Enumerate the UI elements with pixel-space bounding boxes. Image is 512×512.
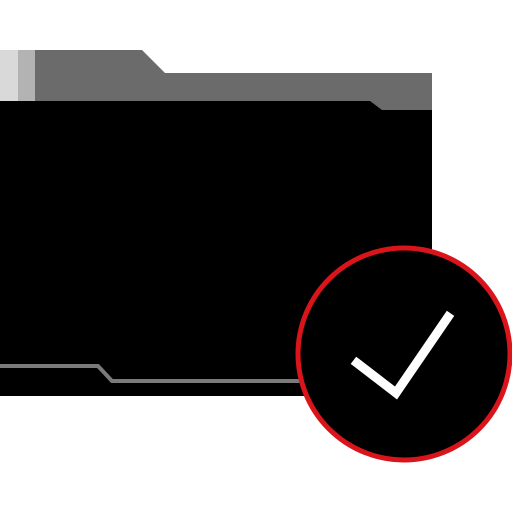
check-badge	[295, 245, 512, 463]
icon-canvas	[0, 0, 512, 512]
folder-check-icon	[0, 50, 512, 463]
folder-tab-highlight-strip	[18, 50, 35, 102]
folder-tab-highlight	[0, 50, 18, 102]
